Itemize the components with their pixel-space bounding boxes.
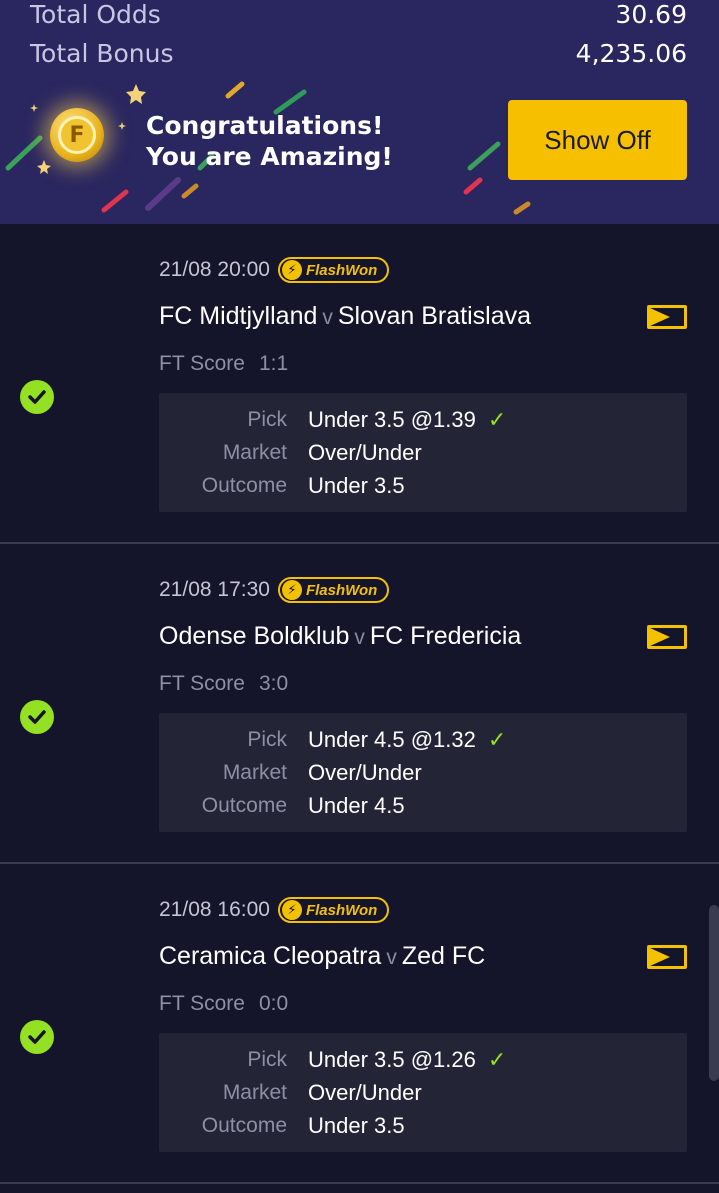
total-bonus-row: Total Bonus 4,235.06 (30, 35, 687, 71)
scrollbar[interactable] (709, 905, 719, 1081)
away-team: Slovan Bratislava (337, 302, 532, 330)
match-datetime: 21/08 20:00 (159, 258, 270, 281)
flashwon-label: FlashWon (305, 901, 378, 919)
match-teams: Ceramica Cleopatra v Zed FC (159, 942, 485, 971)
market-value: Over/Under (308, 1080, 422, 1105)
bet-details: Pick Under 4.5 @1.32 ✓ Market Over/Under … (159, 713, 687, 832)
flashwon-badge: ⚡ FlashWon (277, 897, 390, 923)
ft-score-label: FT Score (159, 352, 245, 375)
bet-details: Pick Under 3.5 @1.39 ✓ Market Over/Under … (159, 393, 687, 512)
ft-score-row: FT Score 1:1 (159, 352, 288, 376)
pick-row: Pick Under 3.5 @1.26 ✓ (159, 1045, 687, 1075)
market-row: Market Over/Under (159, 758, 687, 788)
ft-score-row: FT Score 3:0 (159, 672, 288, 696)
ft-score-value: 0:0 (258, 992, 289, 1015)
bet-date-row: 21/08 20:00 ⚡ FlashWon (159, 257, 390, 283)
match-teams: Odense Boldklub v FC Fredericia (159, 622, 521, 651)
outcome-label: Outcome (201, 1114, 287, 1137)
market-label: Market (222, 1081, 287, 1104)
pick-row: Pick Under 3.5 @1.39 ✓ (159, 405, 687, 435)
outcome-row: Outcome Under 3.5 (159, 1111, 687, 1141)
market-value: Over/Under (308, 440, 422, 465)
flashwon-label: FlashWon (305, 261, 378, 279)
outcome-label: Outcome (201, 794, 287, 817)
home-team: Ceramica Cleopatra (159, 942, 382, 970)
total-bonus-label: Total Bonus (30, 38, 174, 68)
outcome-row: Outcome Under 3.5 (159, 471, 687, 501)
bet-item[interactable]: 21/08 17:30 ⚡ FlashWon Odense Boldklub v F… (0, 544, 719, 864)
versus-separator: v (354, 626, 365, 649)
coin-icon: F (50, 108, 104, 162)
market-value: Over/Under (308, 760, 422, 785)
check-circle-icon (20, 380, 54, 414)
lightning-icon: ⚡ (281, 580, 302, 600)
outcome-label: Outcome (201, 474, 287, 497)
bet-date-row: 21/08 17:30 ⚡ FlashWon (159, 577, 390, 603)
pick-value: Under 4.5 @1.32 (308, 727, 476, 752)
pick-value: Under 3.5 @1.26 (308, 1047, 476, 1072)
checkmark-icon: ✓ (487, 1047, 507, 1072)
check-circle-icon (20, 1020, 54, 1054)
ft-score-value: 3:0 (258, 672, 289, 695)
total-odds-value: 30.69 (615, 0, 687, 29)
home-team: FC Midtjylland (159, 302, 318, 330)
total-odds-row: Total Odds 30.69 (30, 0, 687, 32)
market-label: Market (222, 441, 287, 464)
check-circle-icon (20, 700, 54, 734)
bet-item[interactable]: 21/08 16:00 ⚡ FlashWon Ceramica Cleopatr… (0, 864, 719, 1184)
summary-header: Total Odds 30.69 Total Bonus 4,235.06 F … (0, 0, 719, 224)
away-team: FC Fredericia (369, 622, 522, 650)
congrats-line-1: Congratulations! (146, 111, 384, 140)
bet-details: Pick Under 3.5 @1.26 ✓ Market Over/Under … (159, 1033, 687, 1152)
versus-separator: v (386, 946, 397, 969)
total-odds-label: Total Odds (30, 0, 161, 29)
lightning-icon: ⚡ (281, 260, 302, 280)
pick-label: Pick (247, 408, 287, 431)
home-team: Odense Boldklub (159, 622, 350, 650)
outcome-value: Under 3.5 (308, 1113, 405, 1138)
bet-date-row: 21/08 16:00 ⚡ FlashWon (159, 897, 390, 923)
total-bonus-value: 4,235.06 (575, 38, 687, 68)
match-datetime: 21/08 17:30 (159, 578, 270, 601)
match-teams: FC Midtjylland v Slovan Bratislava (159, 302, 531, 331)
market-label: Market (222, 761, 287, 784)
market-row: Market Over/Under (159, 438, 687, 468)
ft-score-label: FT Score (159, 672, 245, 695)
ft-score-label: FT Score (159, 992, 245, 1015)
market-row: Market Over/Under (159, 1078, 687, 1108)
ft-score-value: 1:1 (258, 352, 289, 375)
versus-separator: v (322, 306, 333, 329)
live-tracker-icon[interactable] (647, 625, 687, 649)
flashwon-badge: ⚡ FlashWon (277, 257, 390, 283)
pick-label: Pick (247, 728, 287, 751)
flashwon-badge: ⚡ FlashWon (277, 577, 390, 603)
checkmark-icon: ✓ (487, 727, 507, 752)
bet-item[interactable]: 21/08 20:00 ⚡ FlashWon FC Midtjylland v Sl… (0, 224, 719, 544)
ft-score-row: FT Score 0:0 (159, 992, 288, 1016)
pick-label: Pick (247, 1048, 287, 1071)
away-team: Zed FC (401, 942, 486, 970)
outcome-row: Outcome Under 4.5 (159, 791, 687, 821)
coin-letter: F (58, 116, 96, 154)
match-datetime: 21/08 16:00 (159, 898, 270, 921)
congrats-line-2: You are Amazing! (146, 142, 393, 171)
outcome-value: Under 4.5 (308, 793, 405, 818)
checkmark-icon: ✓ (487, 407, 507, 432)
bet-list: 21/08 20:00 ⚡ FlashWon FC Midtjylland v Sl… (0, 224, 719, 1184)
flashwon-label: FlashWon (305, 581, 378, 599)
outcome-value: Under 3.5 (308, 473, 405, 498)
congrats-message: Congratulations! You are Amazing! (146, 110, 393, 172)
pick-value: Under 3.5 @1.39 (308, 407, 476, 432)
live-tracker-icon[interactable] (647, 305, 687, 329)
live-tracker-icon[interactable] (647, 945, 687, 969)
lightning-icon: ⚡ (281, 900, 302, 920)
show-off-button[interactable]: Show Off (508, 100, 687, 180)
pick-row: Pick Under 4.5 @1.32 ✓ (159, 725, 687, 755)
